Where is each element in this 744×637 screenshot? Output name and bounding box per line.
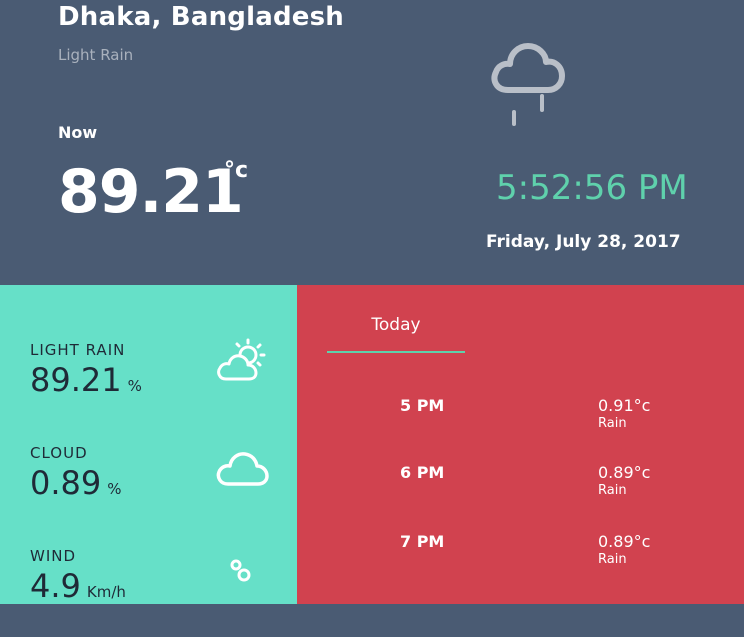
forecast-temp: 0.91°c (598, 396, 651, 415)
current-date: Friday, July 28, 2017 (486, 232, 681, 252)
forecast-temp: 0.89°c (598, 463, 651, 482)
forecast-hour: 6 PM (400, 463, 445, 482)
stat-light-rain: LIGHT RAIN 89.21% (30, 338, 290, 431)
stat-unit: % (127, 377, 142, 395)
forecast-condition: Rain (598, 483, 627, 498)
stat-unit: % (107, 480, 122, 498)
stat-label: CLOUD (30, 444, 88, 462)
stat-cloud: CLOUD 0.89% (30, 444, 290, 534)
forecast-row: 7 PM 0.89°c Rain (297, 532, 744, 582)
forecast-condition: Rain (598, 416, 627, 431)
forecast-panel: Today 5 PM 0.91°c Rain 6 PM 0.89°c Rain … (297, 285, 744, 604)
tab-today[interactable]: Today (327, 315, 465, 335)
temperature-unit: °c (224, 158, 249, 183)
wind-icon (230, 559, 251, 582)
current-temperature: 89.21 (58, 157, 244, 227)
forecast-temp: 0.89°c (598, 532, 651, 551)
forecast-hour: 5 PM (400, 396, 445, 415)
stat-number: 89.21 (30, 361, 122, 399)
forecast-hour: 7 PM (400, 532, 445, 551)
partly-cloudy-sun-icon (217, 338, 266, 381)
stat-value: 89.21% (30, 361, 142, 399)
stat-value: 0.89% (30, 464, 122, 502)
current-time: 5:52:56 PM (496, 168, 688, 208)
cloud-icon (216, 452, 269, 486)
stat-number: 0.89 (30, 464, 102, 502)
weather-header: Dhaka, Bangladesh Light Rain Now 89.21 °… (0, 0, 744, 285)
forecast-row: 5 PM 0.91°c Rain (297, 396, 744, 446)
tab-underline (327, 351, 465, 353)
forecast-condition: Rain (598, 552, 627, 567)
now-label: Now (58, 123, 98, 142)
stats-panel: LIGHT RAIN 89.21% CLOUD 0.89% WIND 4.9 Km… (0, 285, 297, 605)
stat-wind: WIND 4.9 Km/h (30, 547, 290, 637)
city-name: Dhaka, Bangladesh (58, 2, 344, 32)
rain-cloud-icon (491, 43, 565, 126)
current-condition: Light Rain (58, 46, 134, 64)
stat-label: WIND (30, 547, 77, 565)
stat-label: LIGHT RAIN (30, 341, 126, 359)
stat-number: 4.9 (30, 567, 81, 605)
stat-value: 4.9 Km/h (30, 567, 126, 605)
forecast-row: 6 PM 0.89°c Rain (297, 463, 744, 513)
stat-unit: Km/h (86, 583, 126, 601)
